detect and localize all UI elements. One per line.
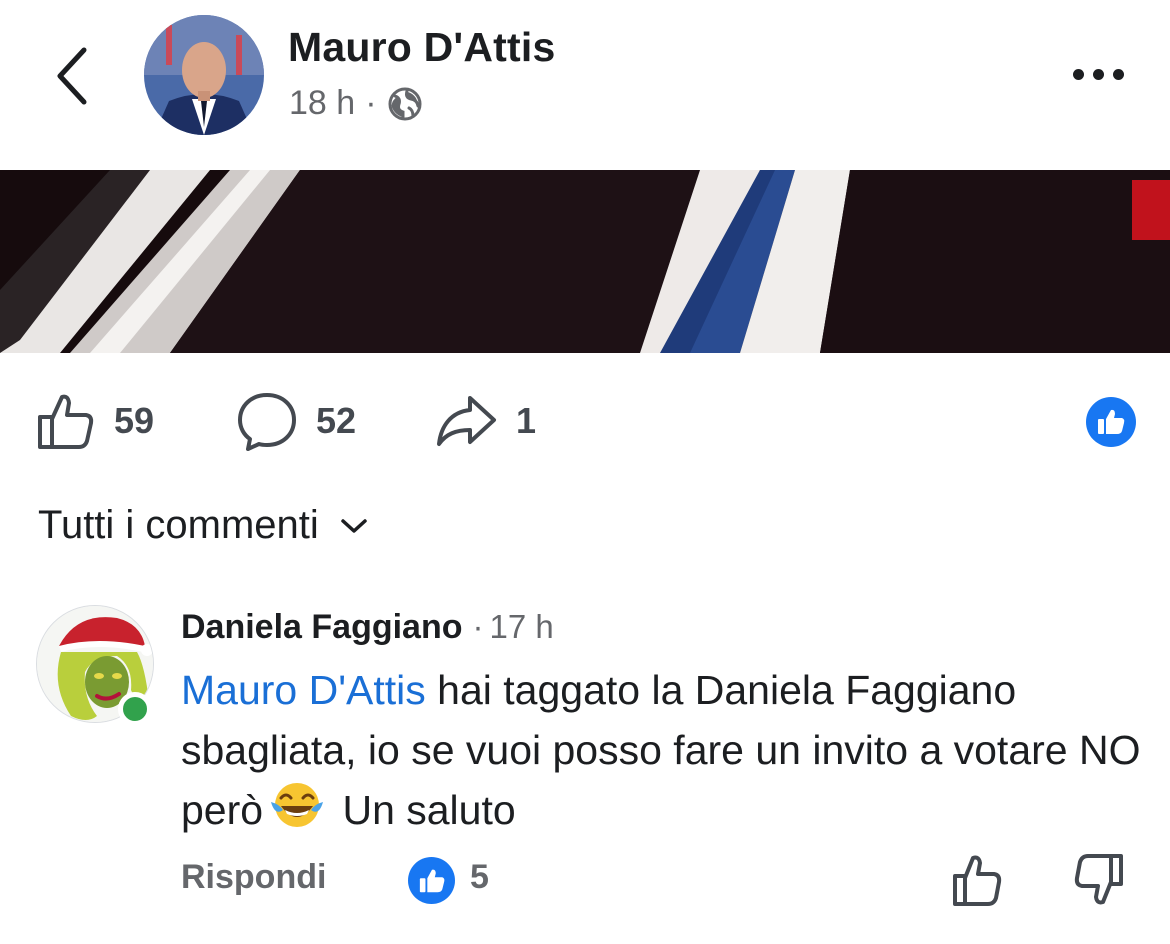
- thumbs-down-icon: [1074, 854, 1123, 905]
- like-count: 59: [114, 400, 155, 441]
- comment-mention-link[interactable]: Mauro D'Attis: [181, 667, 426, 713]
- back-button[interactable]: [40, 40, 104, 112]
- comments-filter-dropdown[interactable]: Tutti i commenti: [38, 503, 369, 548]
- comment-header: Daniela Faggiano · 17 h: [181, 608, 554, 647]
- thumbs-up-filled-icon: [1098, 409, 1125, 434]
- downvote-button[interactable]: [1073, 852, 1125, 908]
- comment-action[interactable]: 52: [236, 390, 356, 452]
- reply-button[interactable]: Rispondi: [181, 858, 326, 897]
- like-action[interactable]: 59: [36, 390, 154, 452]
- dot-icon: [1112, 68, 1124, 80]
- comment-like-count: 5: [470, 858, 489, 896]
- thumbs-up-icon: [38, 394, 94, 449]
- comment-text: Mauro D'Attis hai taggato la Daniela Fag…: [181, 660, 1141, 846]
- online-status-indicator: [118, 692, 152, 726]
- comment-text-part-2: Un saluto: [331, 787, 516, 833]
- dot-icon: [1092, 68, 1104, 80]
- thumbs-up-filled-icon: [419, 869, 444, 892]
- like-reaction-badge[interactable]: [1086, 397, 1136, 447]
- chevron-down-icon: [341, 518, 367, 533]
- post-meta: 18 h ·: [289, 84, 423, 123]
- upvote-button[interactable]: [951, 852, 1003, 908]
- dot-icon: [1072, 68, 1084, 80]
- share-arrow-icon: [437, 396, 496, 446]
- post-author-name[interactable]: Mauro D'Attis: [288, 24, 555, 71]
- globe-icon: [388, 87, 422, 120]
- post-time: 18 h: [289, 84, 356, 122]
- laughing-tears-emoji-icon: [269, 780, 325, 846]
- chevron-left-icon: [57, 47, 87, 105]
- more-options-button[interactable]: [1060, 56, 1136, 92]
- thumbs-up-icon: [953, 855, 1002, 906]
- comment-count: 52: [316, 400, 357, 441]
- comment-time: 17 h: [489, 608, 554, 645]
- meta-separator: ·: [365, 84, 377, 122]
- author-avatar[interactable]: [144, 15, 264, 135]
- share-count: 1: [516, 400, 537, 441]
- comment-author-name[interactable]: Daniela Faggiano: [181, 608, 463, 647]
- post-image[interactable]: [0, 170, 1170, 353]
- comments-filter-label: Tutti i commenti: [38, 503, 319, 547]
- comment-bubble-icon: [238, 393, 296, 451]
- comment-like-badge[interactable]: [408, 857, 455, 904]
- share-action[interactable]: 1: [436, 390, 536, 452]
- comment-time-separator: ·: [472, 608, 484, 645]
